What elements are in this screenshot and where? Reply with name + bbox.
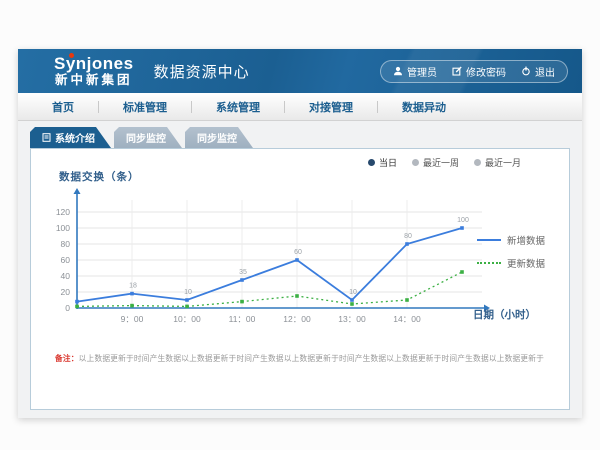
page-background: Synjones 新中新集团 数据资源中心 管理员 修改密码 退出 xyxy=(0,0,600,450)
data-label: 10 xyxy=(184,289,192,296)
nav-item-home[interactable]: 首页 xyxy=(28,99,98,115)
data-point xyxy=(75,300,79,304)
logo-text-cn: 新中新集团 xyxy=(54,74,134,87)
data-point xyxy=(185,305,189,309)
chart-panel: 当日 最近一周 最近一月 数据交换（条） 0204060801001209：00… xyxy=(30,148,570,410)
logout-label: 退出 xyxy=(535,64,555,79)
nav-item-system-mgmt[interactable]: 系统管理 xyxy=(192,99,284,115)
logo-accent-dot xyxy=(69,53,74,58)
tab-label: 系统介绍 xyxy=(55,130,95,145)
y-tick-label: 20 xyxy=(61,287,71,297)
data-label: 18 xyxy=(129,283,137,290)
line-chart-svg: 0 20 40 60 80 100 120 9：00 10：00 11：00 12：00 13：00 1… xyxy=(41,180,511,340)
x-tick-label: 11：00 xyxy=(229,314,256,324)
nav-item-data-change[interactable]: 数据异动 xyxy=(378,99,470,115)
page-title: 数据资源中心 xyxy=(154,61,250,82)
x-tick-label: 9：00 xyxy=(121,314,144,324)
tab-system-intro[interactable]: 系统介绍 xyxy=(30,127,111,148)
content-area: 系统介绍 同步监控 同步监控 当日 最近一周 xyxy=(18,121,582,410)
app-window: Synjones 新中新集团 数据资源中心 管理员 修改密码 退出 xyxy=(18,49,582,418)
data-label: 60 xyxy=(294,249,302,256)
radio-today[interactable]: 当日 xyxy=(368,156,397,169)
power-icon xyxy=(521,66,531,76)
data-point xyxy=(350,298,354,302)
radio-last-month[interactable]: 最近一月 xyxy=(474,156,521,169)
data-point xyxy=(240,278,244,282)
nav-item-standard-mgmt[interactable]: 标准管理 xyxy=(99,99,191,115)
footnote: 备注：以上数据更新于时间产生数据以上数据更新于时间产生数据以上数据更新于时间产生… xyxy=(55,354,553,365)
x-tick-label: 13：00 xyxy=(338,314,366,324)
radio-label: 最近一周 xyxy=(423,156,459,169)
footnote-prefix: 备注： xyxy=(55,354,79,363)
change-password-label: 修改密码 xyxy=(466,64,506,79)
data-point xyxy=(460,270,464,274)
y-tick-label: 40 xyxy=(61,271,71,281)
change-password-button[interactable]: 修改密码 xyxy=(452,64,506,79)
radio-dot xyxy=(368,159,375,166)
y-tick-label: 80 xyxy=(61,239,71,249)
radio-label: 最近一月 xyxy=(485,156,521,169)
y-tick-label: 100 xyxy=(56,223,70,233)
y-tick-label: 120 xyxy=(56,207,70,217)
data-label: 10 xyxy=(349,289,357,296)
data-point xyxy=(460,226,464,230)
y-axis-arrow xyxy=(74,188,81,194)
logo-text-en: Synjones xyxy=(54,55,134,73)
radio-label: 当日 xyxy=(379,156,397,169)
x-tick-label: 12：00 xyxy=(283,314,311,324)
data-point xyxy=(405,242,409,246)
synjones-logo: Synjones 新中新集团 xyxy=(54,55,134,87)
radio-last-week[interactable]: 最近一周 xyxy=(412,156,459,169)
legend-line-sample xyxy=(477,262,501,264)
edit-icon xyxy=(452,66,462,76)
radio-dot xyxy=(474,159,481,166)
legend-label: 更新数据 xyxy=(507,256,545,270)
x-axis-label: 日期（小时） xyxy=(473,307,536,322)
legend-line-sample xyxy=(477,239,501,241)
tab-bar: 系统介绍 同步监控 同步监控 xyxy=(30,127,570,148)
legend-label: 新增数据 xyxy=(507,233,545,247)
user-badge[interactable]: 管理员 xyxy=(393,64,437,79)
footnote-text: 以上数据更新于时间产生数据以上数据更新于时间产生数据以上数据更新于时间产生数据以… xyxy=(79,354,544,363)
y-tick-label: 60 xyxy=(61,255,71,265)
logout-button[interactable]: 退出 xyxy=(521,64,555,79)
data-point xyxy=(405,298,409,302)
data-label: 100 xyxy=(457,217,469,224)
legend-item-update-data[interactable]: 更新数据 xyxy=(477,256,545,270)
data-point xyxy=(240,300,244,304)
data-point xyxy=(130,304,134,308)
data-label: 35 xyxy=(239,269,247,276)
app-header: Synjones 新中新集团 数据资源中心 管理员 修改密码 退出 xyxy=(18,49,582,93)
user-name-label: 管理员 xyxy=(407,64,437,79)
document-icon xyxy=(42,133,51,142)
data-point xyxy=(350,302,354,306)
tab-sync-monitor-1[interactable]: 同步监控 xyxy=(114,127,182,148)
data-label: 80 xyxy=(404,233,412,240)
data-point xyxy=(75,305,79,309)
data-point xyxy=(130,292,134,296)
chart-legend: 新增数据 更新数据 xyxy=(477,233,545,270)
y-tick-label: 0 xyxy=(65,303,70,313)
nav-item-interface-mgmt[interactable]: 对接管理 xyxy=(285,99,377,115)
x-tick-label: 14：00 xyxy=(393,314,421,324)
time-range-filters: 当日 最近一周 最近一月 xyxy=(368,156,521,169)
data-point xyxy=(185,298,189,302)
data-point xyxy=(295,294,299,298)
data-point xyxy=(295,258,299,262)
main-nav: 首页 标准管理 系统管理 对接管理 数据异动 xyxy=(18,93,582,121)
legend-item-new-data[interactable]: 新增数据 xyxy=(477,233,545,247)
radio-dot xyxy=(412,159,419,166)
x-tick-label: 10：00 xyxy=(173,314,201,324)
tab-label: 同步监控 xyxy=(197,130,237,145)
tab-sync-monitor-2[interactable]: 同步监控 xyxy=(185,127,253,148)
tab-label: 同步监控 xyxy=(126,130,166,145)
user-menu: 管理员 修改密码 退出 xyxy=(380,60,568,83)
user-icon xyxy=(393,66,403,76)
